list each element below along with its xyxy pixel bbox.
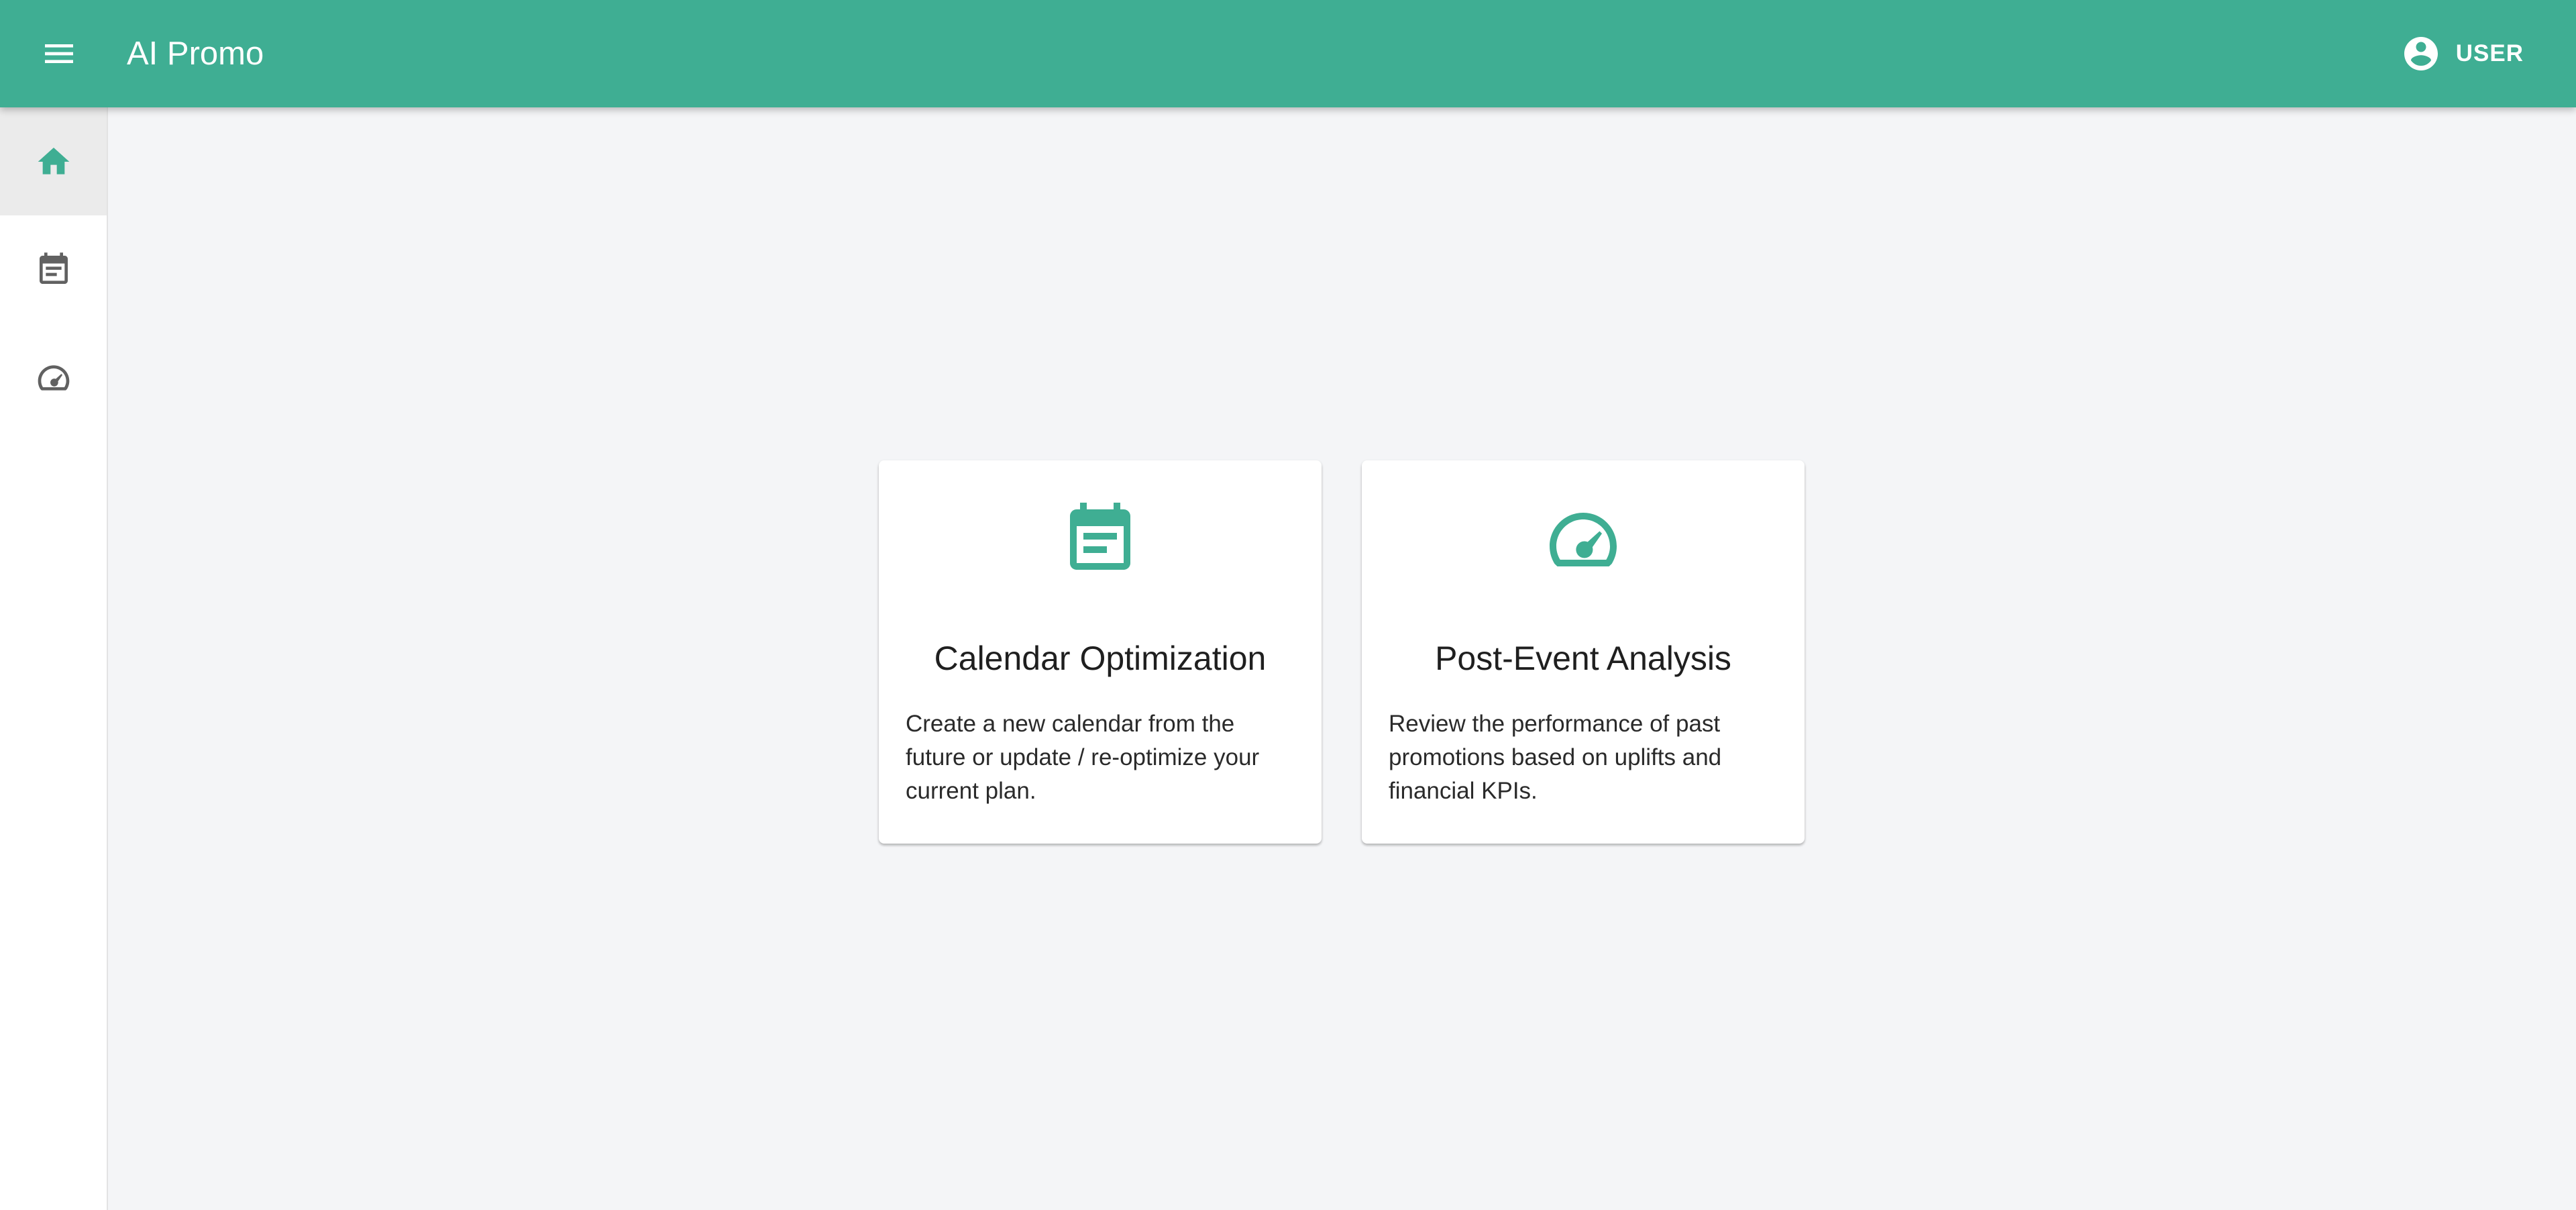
calendar-icon [879,499,1322,580]
user-label: USER [2455,40,2524,66]
sidebar [0,107,108,1210]
card-description: Create a new calendar from the future or… [906,711,1260,804]
sidebar-item-home[interactable] [0,107,107,215]
account-circle-icon [2404,37,2438,70]
menu-icon [45,44,73,63]
menu-button[interactable] [36,31,82,77]
card-title: Post-Event Analysis [1435,640,1731,677]
calendar-optimization-card[interactable]: Calendar Optimization Create a new calen… [879,460,1322,844]
home-icon [38,147,69,174]
app-title: AI Promo [127,36,264,72]
card-title: Calendar Optimization [934,640,1267,677]
sidebar-item-calendar[interactable] [0,215,107,323]
user-menu-button[interactable]: USER [2401,28,2524,79]
calendar-icon [39,252,68,284]
post-event-analysis-card[interactable]: Post-Event Analysis Review the performan… [1362,460,1805,844]
speedometer-icon [38,364,69,391]
speedometer-icon [1362,499,1805,580]
app-bar: AI Promo USER [0,0,2576,107]
card-description: Review the performance of past promotion… [1389,711,1722,804]
main-content: Calendar Optimization Create a new calen… [108,107,2576,1210]
sidebar-item-analysis[interactable] [0,323,107,432]
